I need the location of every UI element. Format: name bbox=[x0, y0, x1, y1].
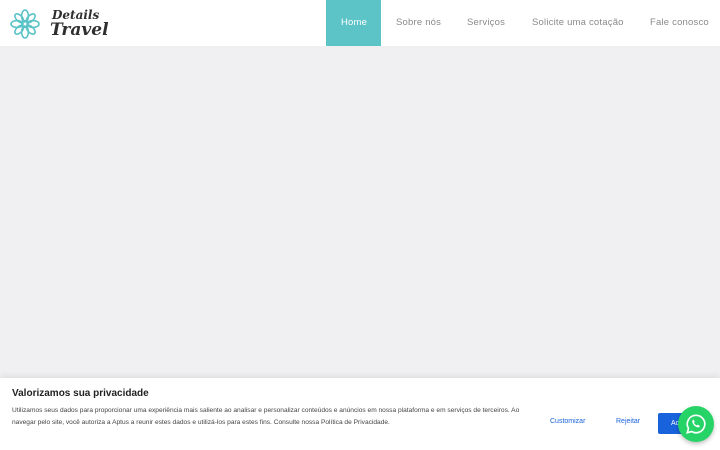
reject-button[interactable]: Rejeitar bbox=[616, 418, 640, 425]
main-content-area bbox=[0, 46, 720, 378]
whatsapp-button[interactable] bbox=[678, 406, 714, 442]
mandala-logo-icon bbox=[10, 9, 40, 39]
cookie-consent-banner: Valorizamos sua privacidade Utilizamos s… bbox=[0, 378, 720, 450]
nav-item-servicos[interactable]: Serviços bbox=[453, 0, 518, 46]
main-nav: Home Sobre nós Serviços Solicite uma cot… bbox=[326, 0, 720, 46]
cookie-title: Valorizamos sua privacidade bbox=[12, 388, 149, 399]
site-logo[interactable]: Details Travel bbox=[9, 7, 109, 41]
customize-button[interactable]: Customizar bbox=[550, 418, 585, 425]
nav-item-sobre-nos[interactable]: Sobre nós bbox=[381, 0, 453, 46]
nav-item-home[interactable]: Home bbox=[326, 0, 381, 46]
logo-wordmark: Details Travel bbox=[50, 9, 109, 39]
nav-item-solicite-cotacao[interactable]: Solicite uma cotação bbox=[518, 0, 635, 46]
nav-item-fale-conosco[interactable]: Fale conosco bbox=[635, 0, 720, 46]
whatsapp-icon bbox=[686, 414, 706, 434]
site-header: Details Travel Home Sobre nós Serviços S… bbox=[0, 0, 720, 46]
logo-line-2: Travel bbox=[50, 20, 109, 40]
cookie-description: Utilizamos seus dados para proporcionar … bbox=[12, 407, 520, 426]
